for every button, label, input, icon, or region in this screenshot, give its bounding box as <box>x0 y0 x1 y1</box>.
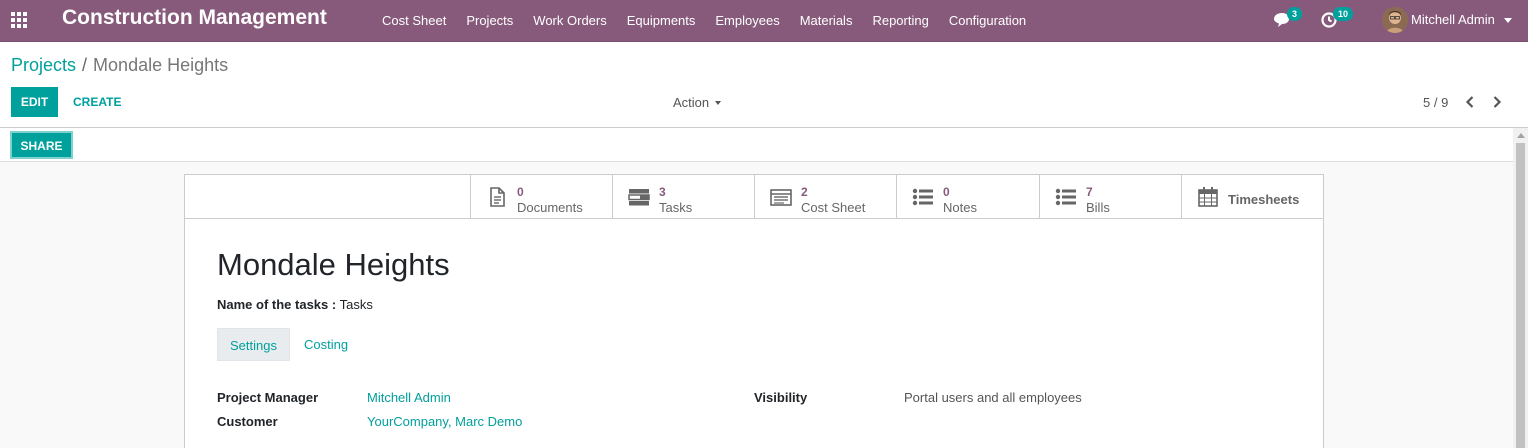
edit-button[interactable]: EDIT <box>11 87 58 117</box>
breadcrumb-current: Mondale Heights <box>93 55 229 75</box>
file-icon <box>490 187 505 207</box>
user-menu-name[interactable]: Mitchell Admin <box>1411 12 1495 27</box>
bills-button[interactable]: 7 Bills <box>1039 175 1181 218</box>
cost-sheet-button[interactable]: 2 Cost Sheet <box>754 175 896 218</box>
chevron-down-icon[interactable] <box>1504 18 1512 23</box>
documents-button[interactable]: 0 Documents <box>470 175 612 218</box>
bills-count: 7 <box>1086 185 1093 199</box>
tasks-name-field: Name of the tasks : Tasks <box>217 297 373 312</box>
control-panel: Projects / Mondale Heights EDIT CREATE Act… <box>0 42 1528 128</box>
tasks-icon <box>628 189 650 206</box>
documents-label: Documents <box>517 200 583 215</box>
activities-badge: 10 <box>1333 7 1354 21</box>
action-dropdown[interactable]: Action <box>673 95 722 110</box>
visibility-label: Visibility <box>754 390 808 405</box>
calendar-icon <box>1198 187 1218 207</box>
tasks-label: Tasks <box>659 200 693 215</box>
avatar[interactable] <box>1382 7 1408 33</box>
scrollbar[interactable] <box>1513 128 1528 448</box>
apps-menu-icon[interactable] <box>11 12 29 28</box>
list-icon <box>912 188 933 206</box>
bills-label: Bills <box>1086 200 1110 215</box>
notes-label: Notes <box>943 200 977 215</box>
pager-next-icon[interactable] <box>1490 94 1504 110</box>
tasks-count: 3 <box>659 185 666 199</box>
page-title: Mondale Heights <box>217 247 450 282</box>
documents-count: 0 <box>517 185 524 199</box>
cost-sheet-count: 2 <box>801 185 808 199</box>
menu-item-employees[interactable]: Employees <box>705 0 789 42</box>
form-sheet: 0 Documents 3 Tasks 2 Cost Sheet 0 Notes… <box>184 174 1324 448</box>
notes-button[interactable]: 0 Notes <box>896 175 1038 218</box>
share-button[interactable]: SHARE <box>10 131 73 159</box>
tasks-button[interactable]: 3 Tasks <box>612 175 754 218</box>
project-manager-link[interactable]: Mitchell Admin <box>367 390 451 405</box>
visibility-value: Portal users and all employees <box>904 390 1082 405</box>
list-icon <box>1055 188 1076 206</box>
scroll-up-arrow-icon[interactable] <box>1517 133 1525 138</box>
customer-link[interactable]: YourCompany, Marc Demo <box>367 414 522 429</box>
menu-item-equipments[interactable]: Equipments <box>617 0 706 42</box>
caret-down-icon <box>715 101 722 105</box>
scrollbar-thumb[interactable] <box>1516 143 1525 448</box>
tasks-name-value: Tasks <box>339 297 373 312</box>
pager-value[interactable]: 5 / 9 <box>1423 95 1448 110</box>
timesheets-button[interactable]: Timesheets <box>1181 175 1323 218</box>
menu-item-materials[interactable]: Materials <box>790 0 863 42</box>
customer-label: Customer <box>217 414 278 429</box>
breadcrumb: Projects / Mondale Heights <box>11 55 228 76</box>
cost-sheet-icon <box>770 189 792 206</box>
menu-item-reporting[interactable]: Reporting <box>862 0 938 42</box>
menu-item-configuration[interactable]: Configuration <box>939 0 1036 42</box>
tasks-name-label: Name of the tasks : <box>217 297 337 312</box>
main-menu: Cost Sheet Projects Work Orders Equipmen… <box>372 0 1036 42</box>
tab-settings[interactable]: Settings <box>217 328 290 361</box>
notes-count: 0 <box>943 185 950 199</box>
menu-item-cost-sheet[interactable]: Cost Sheet <box>372 0 456 42</box>
breadcrumb-separator: / <box>82 55 88 75</box>
status-bar: SHARE <box>0 128 1513 162</box>
breadcrumb-projects-link[interactable]: Projects <box>11 55 76 75</box>
cost-sheet-label: Cost Sheet <box>801 200 866 215</box>
top-navbar: Construction Management Cost Sheet Proje… <box>0 0 1528 42</box>
menu-item-projects[interactable]: Projects <box>456 0 523 42</box>
timesheets-label: Timesheets <box>1228 192 1300 207</box>
smart-button-box: 0 Documents 3 Tasks 2 Cost Sheet 0 Notes… <box>185 175 1323 219</box>
menu-item-work-orders[interactable]: Work Orders <box>523 0 616 42</box>
messages-badge: 3 <box>1287 7 1303 21</box>
project-manager-label: Project Manager <box>217 390 319 405</box>
pager-previous-icon[interactable] <box>1463 94 1477 110</box>
tab-costing[interactable]: Costing <box>290 328 362 361</box>
action-dropdown-label: Action <box>673 95 710 110</box>
app-title[interactable]: Construction Management <box>62 6 327 30</box>
create-button[interactable]: CREATE <box>64 87 130 117</box>
